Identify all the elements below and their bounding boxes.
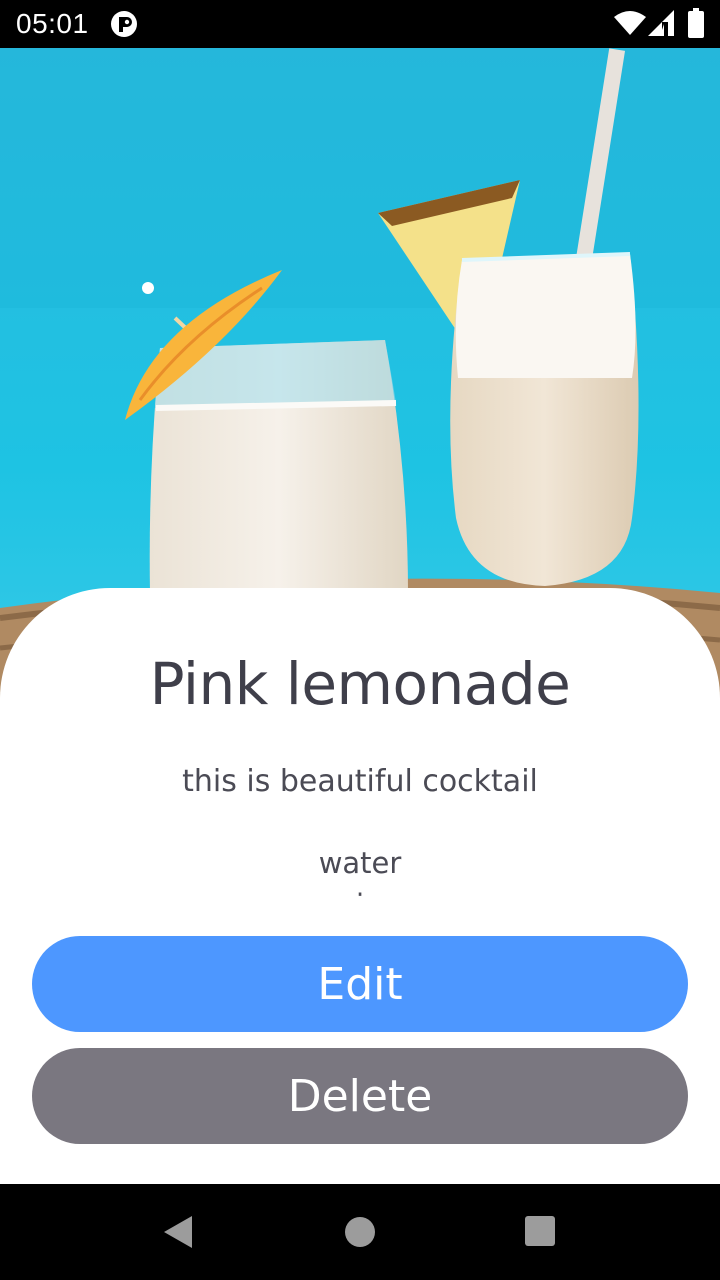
delete-button[interactable]: Delete	[32, 1048, 688, 1144]
wifi-icon	[614, 11, 646, 35]
drink-description: this is beautiful cocktail	[182, 764, 538, 799]
ingredient-item: water	[318, 846, 402, 880]
home-icon[interactable]	[345, 1217, 375, 1247]
battery-icon	[688, 8, 704, 38]
ingredient-item: i	[0, 884, 720, 896]
signal-icon	[648, 10, 674, 36]
drink-title: Pink lemonade	[149, 650, 571, 718]
app-notification-icon	[111, 11, 137, 37]
status-time: 05:01	[16, 8, 89, 39]
ingredients-list[interactable]: water i	[0, 842, 720, 896]
status-bar: 05:01	[0, 0, 720, 48]
edit-button[interactable]: Edit	[32, 936, 688, 1032]
back-icon[interactable]	[162, 1216, 194, 1248]
recents-icon[interactable]	[525, 1216, 555, 1246]
